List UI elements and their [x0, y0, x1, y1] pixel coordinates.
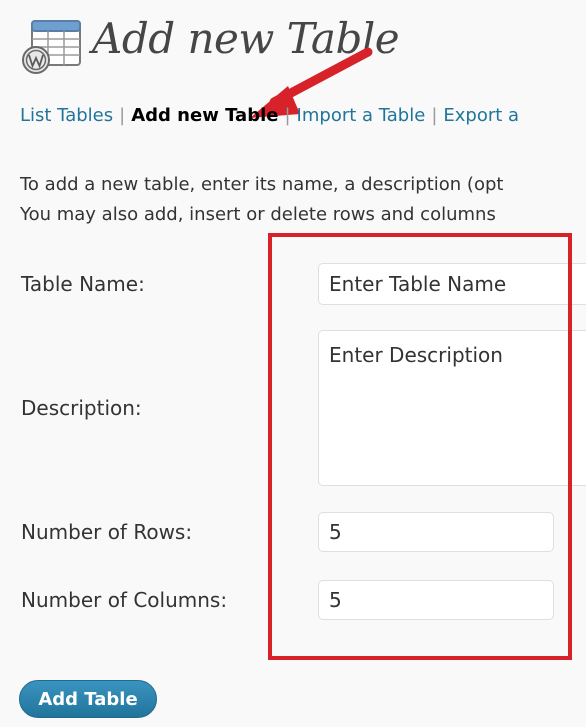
subnav-separator: | [284, 105, 291, 126]
page: Add new Table List Tables | Add new Table |… [0, 0, 586, 727]
subnav-export-table[interactable]: Export a [443, 105, 519, 126]
page-title: Add new Table [92, 14, 400, 63]
intro-text: To add a new table, enter its name, a de… [20, 170, 503, 230]
table-name-label: Table Name: [21, 272, 145, 296]
subnav-add-new-table[interactable]: Add new Table [131, 105, 278, 126]
description-input[interactable]: Enter Description [318, 330, 586, 486]
columns-label: Number of Columns: [21, 588, 228, 612]
intro-line-1: To add a new table, enter its name, a de… [20, 174, 504, 195]
intro-line-2: You may also add, insert or delete rows … [20, 204, 496, 225]
subnav-list-tables[interactable]: List Tables [20, 105, 113, 126]
table-icon [22, 20, 81, 74]
rows-label: Number of Rows: [21, 520, 193, 544]
subnav: List Tables | Add new Table | Import a Table… [20, 105, 519, 126]
subnav-separator: | [431, 105, 438, 126]
description-label: Description: [21, 396, 142, 420]
subnav-separator: | [119, 105, 126, 126]
columns-input[interactable] [318, 580, 554, 620]
table-name-input[interactable] [318, 263, 586, 305]
rows-input[interactable] [318, 512, 554, 552]
add-table-button[interactable]: Add Table [19, 680, 157, 718]
subnav-import-table[interactable]: Import a Table [297, 105, 426, 126]
